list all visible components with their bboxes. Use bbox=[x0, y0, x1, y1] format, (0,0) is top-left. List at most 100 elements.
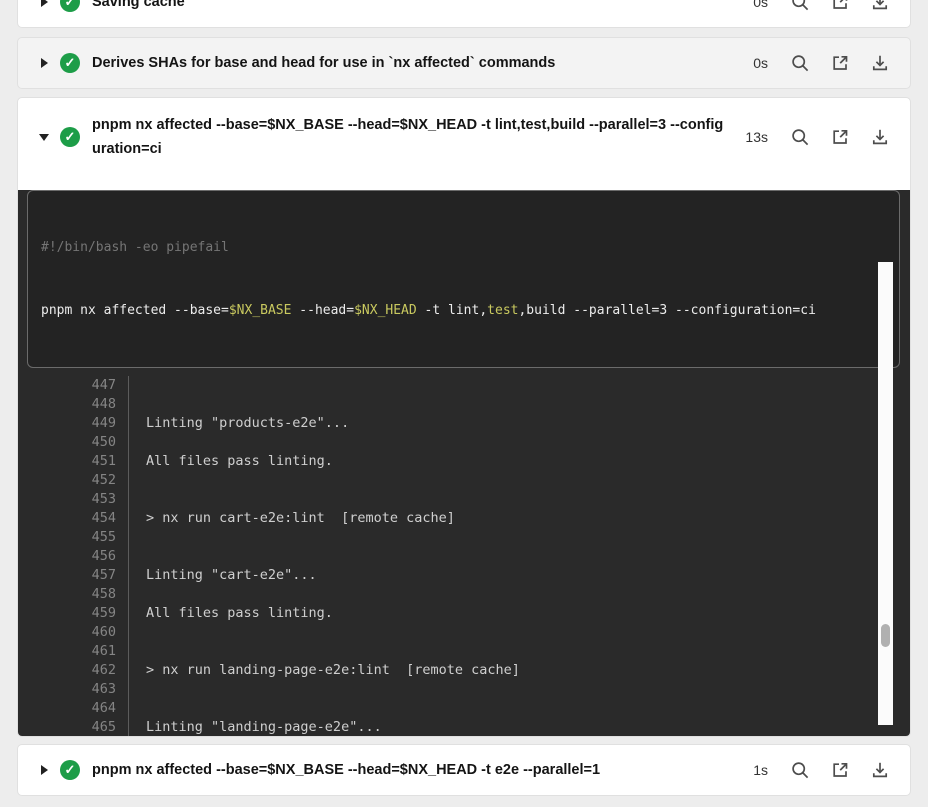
log-line: 462 > nx run landing-page-e2e:lint [remo… bbox=[18, 661, 910, 680]
log-line-text bbox=[128, 528, 910, 547]
log-line-text bbox=[128, 547, 910, 566]
command-box: #!/bin/bash -eo pipefail pnpm nx affecte… bbox=[27, 190, 900, 368]
search-icon[interactable] bbox=[790, 760, 810, 780]
step-actions bbox=[790, 127, 890, 147]
log-line-text bbox=[128, 376, 910, 395]
step-title: Saving cache bbox=[92, 0, 738, 14]
log-line: 454 > nx run cart-e2e:lint [remote cache… bbox=[18, 509, 910, 528]
chevron-right-icon[interactable] bbox=[38, 57, 50, 69]
log-line-text bbox=[128, 699, 910, 718]
log-line-number: 450 bbox=[18, 433, 116, 452]
chevron-right-icon[interactable] bbox=[38, 764, 50, 776]
log-line: 448 bbox=[18, 395, 910, 414]
success-check-icon: ✓ bbox=[60, 760, 80, 780]
log-line: 451 All files pass linting. bbox=[18, 452, 910, 471]
log-line-text bbox=[128, 471, 910, 490]
step-row-derive-shas[interactable]: ✓ Derives SHAs for base and head for use… bbox=[18, 38, 910, 88]
log-line-number: 449 bbox=[18, 414, 116, 433]
log-line: 463 bbox=[18, 680, 910, 699]
log-line-text bbox=[128, 490, 910, 509]
log-line-text: > nx run cart-e2e:lint [remote cache] bbox=[128, 509, 910, 528]
log-scrollbar-thumb[interactable] bbox=[881, 624, 890, 647]
step-title: Derives SHAs for base and head for use i… bbox=[92, 51, 738, 75]
log-line-number: 454 bbox=[18, 509, 116, 528]
success-check-icon: ✓ bbox=[60, 127, 80, 147]
log-line: 457 Linting "cart-e2e"... bbox=[18, 566, 910, 585]
chevron-down-icon[interactable] bbox=[38, 132, 50, 142]
open-in-new-icon[interactable] bbox=[830, 53, 850, 73]
download-icon[interactable] bbox=[870, 127, 890, 147]
step-duration: 1s bbox=[738, 762, 768, 778]
chevron-right-icon[interactable] bbox=[38, 0, 50, 8]
search-icon[interactable] bbox=[790, 0, 810, 12]
download-icon[interactable] bbox=[870, 760, 890, 780]
log-line-number: 458 bbox=[18, 585, 116, 604]
log-line: 447 bbox=[18, 376, 910, 395]
step-title: pnpm nx affected --base=$NX_BASE --head=… bbox=[92, 758, 738, 782]
open-in-new-icon[interactable] bbox=[830, 127, 850, 147]
log-line: 464 bbox=[18, 699, 910, 718]
log-line-number: 447 bbox=[18, 376, 116, 395]
log-line-text: Linting "cart-e2e"... bbox=[128, 566, 910, 585]
log-line: 460 bbox=[18, 623, 910, 642]
step-duration: 0s bbox=[738, 55, 768, 71]
log-line: 459 All files pass linting. bbox=[18, 604, 910, 623]
log-line-number: 461 bbox=[18, 642, 116, 661]
step-row-saving-cache[interactable]: ✓ Saving cache 0s bbox=[18, 0, 910, 27]
log-line: 450 bbox=[18, 433, 910, 452]
download-icon[interactable] bbox=[870, 0, 890, 12]
log-line: 458 bbox=[18, 585, 910, 604]
download-icon[interactable] bbox=[870, 53, 890, 73]
search-icon[interactable] bbox=[790, 53, 810, 73]
log-line-number: 459 bbox=[18, 604, 116, 623]
log-line-number: 464 bbox=[18, 699, 116, 718]
step-duration: 0s bbox=[738, 0, 768, 10]
log-line-number: 456 bbox=[18, 547, 116, 566]
step-row-nx-affected-lint-test-build[interactable]: ✓ pnpm nx affected --base=$NX_BASE --hea… bbox=[18, 98, 910, 176]
step-card-saving-cache: ✓ Saving cache 0s bbox=[17, 0, 911, 28]
step-actions bbox=[790, 53, 890, 73]
log-line-number: 462 bbox=[18, 661, 116, 680]
step-duration: 13s bbox=[738, 129, 768, 145]
step-card-nx-affected-e2e: ✓ pnpm nx affected --base=$NX_BASE --hea… bbox=[17, 744, 911, 796]
log-line-number: 460 bbox=[18, 623, 116, 642]
command-line: pnpm nx affected --base=$NX_BASE --head=… bbox=[41, 300, 886, 321]
search-icon[interactable] bbox=[790, 127, 810, 147]
step-row-nx-affected-e2e[interactable]: ✓ pnpm nx affected --base=$NX_BASE --hea… bbox=[18, 745, 910, 795]
log-line-text bbox=[128, 642, 910, 661]
log-line-text: Linting "products-e2e"... bbox=[128, 414, 910, 433]
log-line-text: > nx run landing-page-e2e:lint [remote c… bbox=[128, 661, 910, 680]
success-check-icon: ✓ bbox=[60, 53, 80, 73]
log-line-text bbox=[128, 680, 910, 699]
log-line: 461 bbox=[18, 642, 910, 661]
log-line-text: All files pass linting. bbox=[128, 604, 910, 623]
step-card-derive-shas: ✓ Derives SHAs for base and head for use… bbox=[17, 37, 911, 89]
log-scrollbar-track[interactable] bbox=[878, 262, 893, 725]
log-line-number: 452 bbox=[18, 471, 116, 490]
log-line-text bbox=[128, 433, 910, 452]
success-check-icon: ✓ bbox=[60, 0, 80, 12]
log-line-text bbox=[128, 395, 910, 414]
open-in-new-icon[interactable] bbox=[830, 0, 850, 12]
step-title: pnpm nx affected --base=$NX_BASE --head=… bbox=[92, 113, 738, 161]
log-line: 456 bbox=[18, 547, 910, 566]
console-output: #!/bin/bash -eo pipefail pnpm nx affecte… bbox=[18, 190, 910, 736]
log-line: 465 Linting "landing-page-e2e"... bbox=[18, 718, 910, 737]
step-card-nx-affected-lint-test-build: ✓ pnpm nx affected --base=$NX_BASE --hea… bbox=[17, 97, 911, 737]
log-line: 449 Linting "products-e2e"... bbox=[18, 414, 910, 433]
log-line-number: 457 bbox=[18, 566, 116, 585]
log-line: 453 bbox=[18, 490, 910, 509]
log-line-number: 451 bbox=[18, 452, 116, 471]
log-line-text bbox=[128, 623, 910, 642]
log-line: 455 bbox=[18, 528, 910, 547]
open-in-new-icon[interactable] bbox=[830, 760, 850, 780]
log-line-text: Linting "landing-page-e2e"... bbox=[128, 718, 910, 737]
log-line-text: All files pass linting. bbox=[128, 452, 910, 471]
step-actions bbox=[790, 0, 890, 12]
log-list: 447 448 449 Linting "products-e2e"... 45… bbox=[18, 376, 910, 737]
log-line-number: 453 bbox=[18, 490, 116, 509]
log-line: 452 bbox=[18, 471, 910, 490]
build-steps-page: ✓ Saving cache 0s ✓ Derives SHAs bbox=[0, 0, 928, 807]
step-actions bbox=[790, 760, 890, 780]
log-line-number: 455 bbox=[18, 528, 116, 547]
